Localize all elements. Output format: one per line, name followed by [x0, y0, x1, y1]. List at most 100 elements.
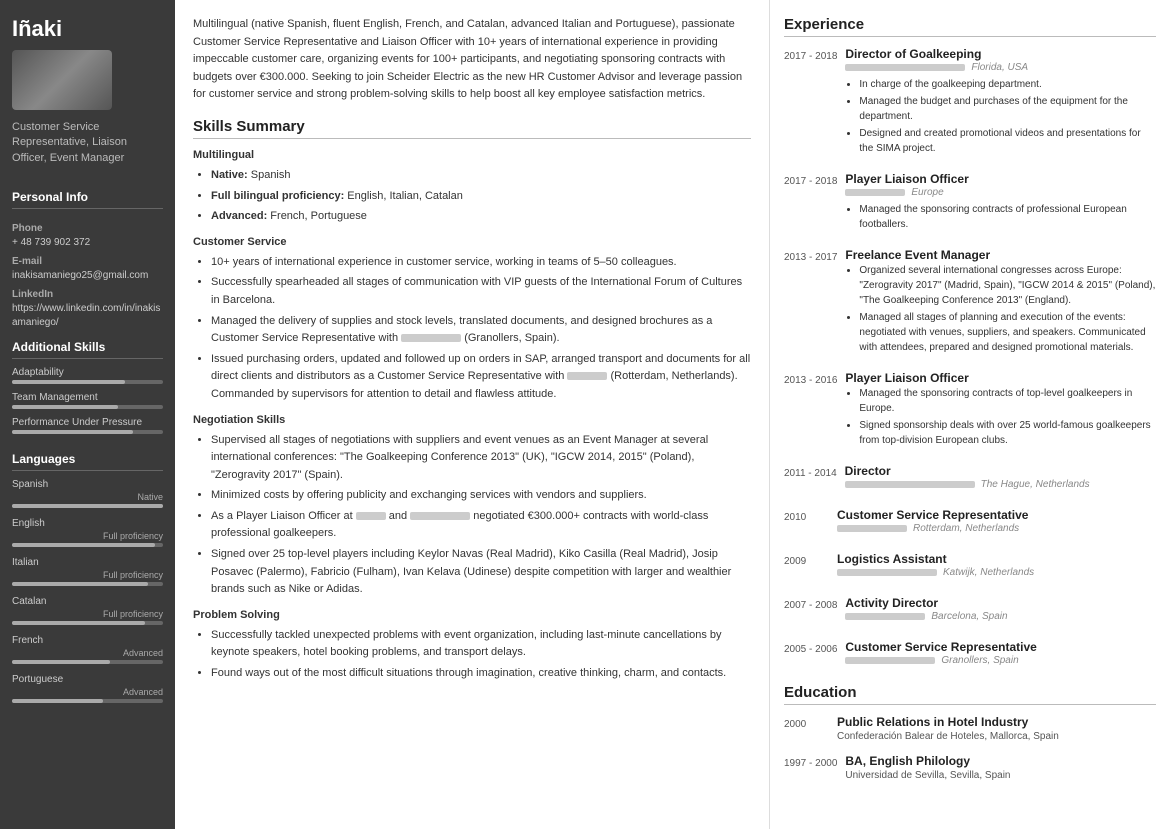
experience-item: 2017 - 2018 Director of Goalkeeping Flor…	[784, 47, 1156, 158]
company-line: Katwijk, Netherlands	[837, 567, 1156, 578]
list-item: Organized several international congress…	[859, 263, 1156, 308]
list-item: Managed the sponsoring contracts of top-…	[859, 386, 1156, 416]
phone-value: + 48 739 902 372	[12, 236, 163, 250]
list-item: 10+ years of international experience in…	[211, 254, 751, 272]
summary-text: Multilingual (native Spanish, fluent Eng…	[193, 16, 751, 104]
company-line: Florida, USA	[845, 62, 1156, 73]
exp-location: Europe	[911, 187, 943, 198]
education-item: 2000 Public Relations in Hotel Industry …	[784, 715, 1156, 742]
company-redacted	[837, 525, 907, 532]
skill-bar-bg	[12, 405, 163, 409]
list-item: Signed sponsorship deals with over 25 wo…	[859, 418, 1156, 448]
list-item: Designed and created promotional videos …	[859, 126, 1156, 156]
company-line: Rotterdam, Netherlands	[837, 523, 1156, 534]
exp-job-title: Freelance Event Manager	[845, 248, 1156, 262]
skill-name: Adaptability	[12, 367, 163, 378]
exp-job-title: Activity Director	[845, 596, 1156, 610]
exp-body: Director of Goalkeeping Florida, USA In …	[845, 47, 1156, 158]
exp-bullets: Managed the sponsoring contracts of prof…	[845, 202, 1156, 232]
exp-body: Logistics Assistant Katwijk, Netherlands	[837, 552, 1156, 582]
experience-item: 2013 - 2016 Player Liaison Officer Manag…	[784, 371, 1156, 450]
list-item: Found ways out of the most difficult sit…	[211, 665, 751, 683]
edu-school: Universidad de Sevilla, Sevilla, Spain	[845, 770, 1156, 781]
email-value: inakisamaniego25@gmail.com	[12, 269, 163, 283]
language-bar-bg	[12, 699, 163, 703]
company-line: The Hague, Netherlands	[845, 479, 1156, 490]
sidebar: Iñaki Customer Service Representative, L…	[0, 0, 175, 829]
skill-bar-fill	[12, 380, 125, 384]
language-item: Catalan Full proficiency	[12, 596, 163, 625]
exp-year: 2017 - 2018	[784, 47, 837, 158]
list-item: Signed over 25 top-level players includi…	[211, 546, 751, 599]
language-bar-bg	[12, 660, 163, 664]
customer-service-title: Customer Service	[193, 236, 751, 248]
company-redacted	[845, 657, 935, 664]
language-bar-bg	[12, 543, 163, 547]
skills-list: Adaptability Team Management Performance…	[12, 367, 163, 442]
skill-bar-fill	[12, 430, 133, 434]
edu-year: 1997 - 2000	[784, 754, 837, 781]
language-bar-bg	[12, 582, 163, 586]
company-line: Granollers, Spain	[845, 655, 1156, 666]
language-item: French Advanced	[12, 635, 163, 664]
linkedin-label: LinkedIn	[12, 289, 163, 300]
language-bar-fill	[12, 621, 145, 625]
language-name: Italian	[12, 557, 163, 568]
skill-bar-bg	[12, 380, 163, 384]
exp-location: Barcelona, Spain	[931, 611, 1007, 622]
language-name: English	[12, 518, 163, 529]
languages-header: Languages	[12, 452, 163, 471]
language-bar-fill	[12, 504, 163, 508]
exp-location: Rotterdam, Netherlands	[913, 523, 1019, 534]
exp-year: 2005 - 2006	[784, 640, 837, 670]
education-item: 1997 - 2000 BA, English Philology Univer…	[784, 754, 1156, 781]
edu-degree: BA, English Philology	[845, 754, 1156, 768]
negotiation-list: Supervised all stages of negotiations wi…	[193, 432, 751, 599]
right-column: Experience 2017 - 2018 Director of Goalk…	[770, 0, 1170, 829]
language-level: Full proficiency	[12, 570, 163, 580]
edu-school: Confederación Balear de Hoteles, Mallorc…	[837, 731, 1156, 742]
language-item: Portuguese Advanced	[12, 674, 163, 703]
language-bar-bg	[12, 621, 163, 625]
exp-location: Florida, USA	[971, 62, 1028, 73]
language-name: Portuguese	[12, 674, 163, 685]
list-item: Successfully tackled unexpected problems…	[211, 627, 751, 662]
language-level: Full proficiency	[12, 531, 163, 541]
company-redacted	[845, 613, 925, 620]
experience-item: 2017 - 2018 Player Liaison Officer Europ…	[784, 172, 1156, 234]
exp-body: Customer Service Representative Granolle…	[845, 640, 1156, 670]
company-redacted	[837, 569, 937, 576]
edu-body: Public Relations in Hotel Industry Confe…	[837, 715, 1156, 742]
exp-job-title: Logistics Assistant	[837, 552, 1156, 566]
edu-degree: Public Relations in Hotel Industry	[837, 715, 1156, 729]
list-item: Managed the sponsoring contracts of prof…	[859, 202, 1156, 232]
personal-info-section-header: Personal Info	[12, 190, 163, 209]
experience-item: 2011 - 2014 Director The Hague, Netherla…	[784, 464, 1156, 494]
language-bar-fill	[12, 582, 148, 586]
exp-job-title: Player Liaison Officer	[845, 172, 1156, 186]
problem-solving-list: Successfully tackled unexpected problems…	[193, 627, 751, 683]
language-name: Spanish	[12, 479, 163, 490]
list-item: Native: Spanish	[211, 167, 751, 185]
language-bar-fill	[12, 543, 155, 547]
language-level: Native	[12, 492, 163, 502]
experience-item: 2007 - 2008 Activity Director Barcelona,…	[784, 596, 1156, 626]
skill-item: Team Management	[12, 392, 163, 409]
candidate-name: Iñaki	[12, 16, 163, 42]
list-item: In charge of the goalkeeping department.	[859, 77, 1156, 92]
company-line: Europe	[845, 187, 1156, 198]
list-item: Issued purchasing orders, updated and fo…	[211, 351, 751, 404]
exp-location: Katwijk, Netherlands	[943, 567, 1034, 578]
language-bar-fill	[12, 660, 110, 664]
list-item: Full bilingual proficiency: English, Ita…	[211, 188, 751, 206]
linkedin-value: https://www.linkedin.com/in/inakisamanie…	[12, 302, 163, 330]
list-item: As a Player Liaison Officer at and negot…	[211, 508, 751, 543]
skill-name: Team Management	[12, 392, 163, 403]
phone-label: Phone	[12, 223, 163, 234]
exp-body: Director The Hague, Netherlands	[845, 464, 1156, 494]
avatar	[12, 50, 112, 110]
exp-year: 2009	[784, 552, 829, 582]
skill-bar-fill	[12, 405, 118, 409]
experience-title: Experience	[784, 16, 1156, 37]
list-item: Managed the budget and purchases of the …	[859, 94, 1156, 124]
